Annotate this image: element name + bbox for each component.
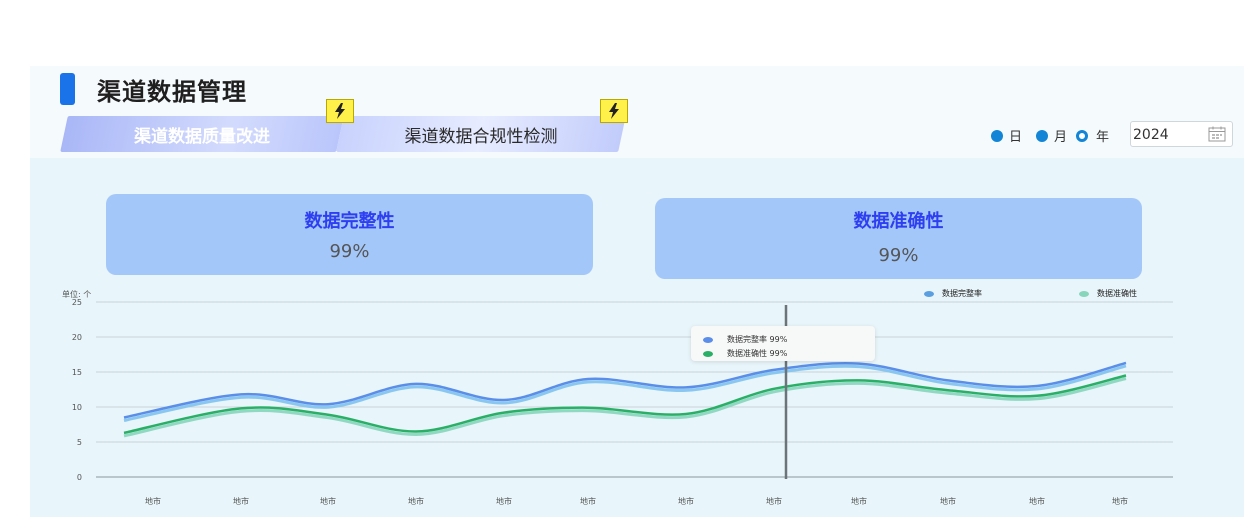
x-tick-label: 地市 — [1029, 496, 1045, 506]
x-tick-label: 地市 — [1112, 496, 1128, 506]
y-tick-label: 5 — [77, 438, 82, 447]
y-tick-label: 0 — [77, 473, 82, 482]
series-line-completeness[interactable] — [123, 361, 1127, 419]
tooltip-row-accuracy: 数据准确性 99% — [703, 348, 787, 359]
x-tick-label: 地市 — [678, 496, 694, 506]
tooltip-text: 数据完整率 99% — [727, 335, 788, 344]
chart-tooltip: 数据完整率 99% 数据准确性 99% — [691, 326, 875, 361]
x-tick-label: 地市 — [766, 496, 782, 506]
x-tick-label: 地市 — [145, 496, 161, 506]
tooltip-dot — [703, 336, 713, 343]
tooltip-row-completeness: 数据完整率 99% — [703, 334, 787, 345]
tooltip-dot — [703, 350, 713, 357]
line-chart: 0 5 10 15 20 25 地市 地市 地市 地市 地市 地市 地市 地市 地市 地市 地市 地市 — [72, 298, 1173, 506]
tooltip-text: 数据准确性 99% — [727, 349, 788, 358]
x-tick-label: 地市 — [408, 496, 424, 506]
y-tick-label: 15 — [72, 368, 82, 377]
x-tick-label: 地市 — [851, 496, 867, 506]
y-tick-label: 10 — [72, 403, 82, 412]
y-tick-label: 20 — [72, 333, 82, 342]
x-tick-label: 地市 — [940, 496, 956, 506]
x-tick-label: 地市 — [580, 496, 596, 506]
x-tick-label: 地市 — [496, 496, 512, 506]
y-tick-label: 25 — [72, 298, 82, 307]
x-tick-label: 地市 — [233, 496, 249, 506]
x-tick-label: 地市 — [320, 496, 336, 506]
